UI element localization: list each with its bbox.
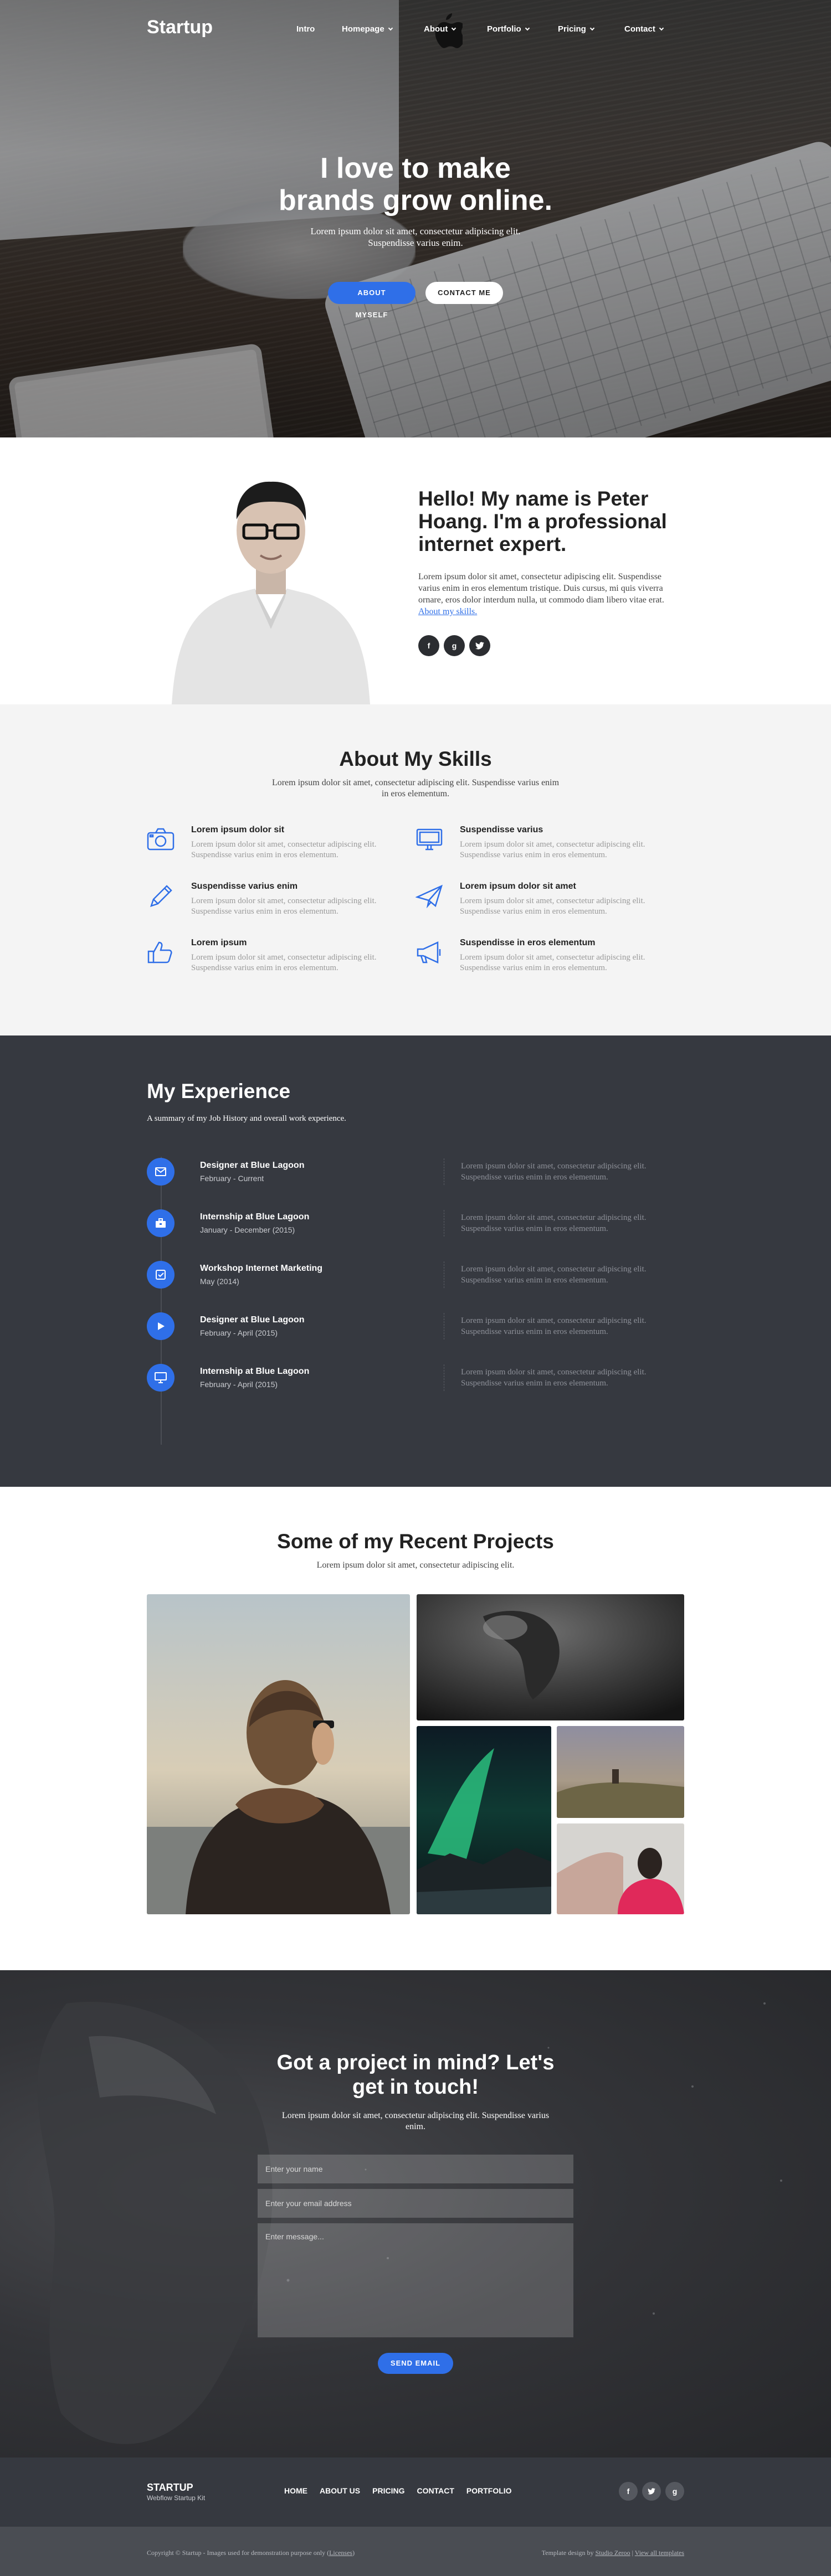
timeline-item: Internship at Blue Lagoon February - Apri… xyxy=(147,1352,684,1403)
experience-subtitle: A summary of my Job History and overall … xyxy=(147,1114,346,1123)
hero-title: I love to make brands grow online. xyxy=(278,152,553,217)
projects-title: Some of my Recent Projects xyxy=(277,1530,554,1553)
about-myself-button[interactable]: ABOUT MYSELF xyxy=(328,282,416,319)
contact-subtitle: Lorem ipsum dolor sit amet, consectetur … xyxy=(281,2111,550,2131)
footer-link-contact[interactable]: CONTACT xyxy=(417,2486,454,2495)
pencil-icon xyxy=(147,882,191,925)
footer-tagline: Webflow Startup Kit xyxy=(147,2494,206,2502)
name-field[interactable]: Enter your name xyxy=(258,2155,573,2183)
google-plus-icon[interactable]: g xyxy=(444,635,465,656)
about-body: Lorem ipsum dolor sit amet, consectetur … xyxy=(418,572,664,616)
facebook-icon[interactable]: f xyxy=(619,2482,638,2501)
footer-link-portfolio[interactable]: PORTFOLIO xyxy=(466,2486,512,2495)
camera-icon xyxy=(147,825,191,868)
experience-title: My Experience xyxy=(147,1080,291,1102)
skill-item: Suspendisse varius Lorem ipsum dolor sit … xyxy=(416,825,684,868)
projects-subtitle: Lorem ipsum dolor sit amet, consectetur … xyxy=(316,1560,515,1570)
skills-grid: Lorem ipsum dolor sit Lorem ipsum dolor s… xyxy=(147,825,684,981)
monitor-icon xyxy=(147,1363,175,1392)
chevron-down-icon xyxy=(388,25,393,30)
chevron-down-icon xyxy=(525,25,530,30)
megaphone-icon xyxy=(416,938,460,981)
google-plus-icon[interactable]: g xyxy=(665,2482,684,2501)
portrait-photo xyxy=(161,453,381,704)
timeline-item: Designer at Blue Lagoon February - Curren… xyxy=(147,1146,684,1197)
skill-item: Lorem ipsum dolor sit Lorem ipsum dolor s… xyxy=(147,825,416,868)
skill-item: Lorem ipsum Lorem ipsum dolor sit amet, c… xyxy=(147,938,416,981)
footer-link-about-us[interactable]: ABOUT US xyxy=(320,2486,360,2495)
hero-subtitle: Lorem ipsum dolor sit amet, consectetur … xyxy=(310,226,521,248)
message-field[interactable]: Enter message... xyxy=(258,2223,573,2337)
about-title: Hello! My name is Peter Hoang. I'm a pro… xyxy=(418,487,667,555)
envelope-icon xyxy=(147,1157,175,1186)
experience-section: My Experience A summary of my Job Histor… xyxy=(0,1035,831,1487)
thumbs-up-icon xyxy=(147,938,191,981)
project-photo-mountain-hiker[interactable] xyxy=(557,1726,684,1818)
about-my-skills-link[interactable]: About my skills. xyxy=(418,607,477,616)
checkbox-icon xyxy=(147,1260,175,1289)
footer-logo[interactable]: STARTUP xyxy=(147,2482,193,2493)
skills-section: About My Skills Lorem ipsum dolor sit am… xyxy=(0,704,831,1035)
timeline-item: Workshop Internet Marketing May (2014) Lo… xyxy=(147,1249,684,1300)
project-photo-underwater[interactable] xyxy=(417,1594,684,1720)
monitor-icon xyxy=(416,825,460,868)
menu-item-intro[interactable]: Intro xyxy=(296,24,315,34)
email-field[interactable]: Enter your email address xyxy=(258,2189,573,2218)
twitter-icon[interactable] xyxy=(642,2482,661,2501)
skill-item: Suspendisse varius enim Lorem ipsum dolor… xyxy=(147,882,416,925)
contact-form: Enter your name Enter your email address… xyxy=(258,2155,573,2374)
menu-item-homepage[interactable]: Homepage xyxy=(342,24,393,34)
footer-nav: HOME ABOUT US PRICING CONTACT PORTFOLIO xyxy=(284,2486,512,2495)
paper-plane-icon xyxy=(415,882,460,925)
skill-item: Lorem ipsum dolor sit amet Lorem ipsum do… xyxy=(415,882,684,925)
contact-content: Got a project in mind? Let's get in touc… xyxy=(0,2051,831,2374)
template-credit: Template design by Studio Zeroo | View a… xyxy=(541,2549,684,2557)
hero-section: Startup Intro Homepage About Portfolio P… xyxy=(0,0,831,437)
licenses-link[interactable]: Licenses xyxy=(329,2549,352,2557)
project-photo-man-red-jacket[interactable] xyxy=(557,1823,684,1914)
briefcase-icon xyxy=(147,1209,175,1237)
contact-me-button[interactable]: CONTACT ME xyxy=(425,282,503,304)
footer-link-home[interactable]: HOME xyxy=(284,2486,307,2495)
twitter-icon[interactable] xyxy=(469,635,490,656)
contact-section: Got a project in mind? Let's get in touc… xyxy=(0,1970,831,2457)
chevron-down-icon xyxy=(659,25,664,30)
footer: STARTUP Webflow Startup Kit HOME ABOUT U… xyxy=(0,2457,831,2527)
timeline-item: Designer at Blue Lagoon February - April … xyxy=(147,1300,684,1352)
experience-timeline: Designer at Blue Lagoon February - Curren… xyxy=(147,1146,684,1445)
copyright-text: Copyright © Startup - Images used for de… xyxy=(147,2549,355,2557)
project-photo-woman-scarf[interactable] xyxy=(147,1594,410,1914)
skills-subtitle: Lorem ipsum dolor sit amet, consectetur … xyxy=(271,778,560,798)
skills-title: About My Skills xyxy=(339,748,492,770)
about-section: Hello! My name is Peter Hoang. I'm a pro… xyxy=(0,437,831,704)
contact-title: Got a project in mind? Let's get in touc… xyxy=(276,2051,555,2099)
about-social-links: f g xyxy=(418,635,684,656)
sub-footer: Copyright © Startup - Images used for de… xyxy=(0,2527,831,2576)
play-icon xyxy=(147,1312,175,1340)
skill-item: Suspendisse in eros elementum Lorem ipsum… xyxy=(416,938,684,981)
projects-section: Some of my Recent Projects Lorem ipsum d… xyxy=(0,1487,831,1970)
hero-content: I love to make brands grow online. Lorem … xyxy=(0,152,831,319)
menu-item-pricing[interactable]: Pricing xyxy=(558,24,595,34)
chevron-down-icon xyxy=(452,25,456,30)
send-email-button[interactable]: SEND EMAIL xyxy=(378,2353,453,2374)
site-logo[interactable]: Startup xyxy=(147,17,213,38)
menu-item-about[interactable]: About xyxy=(424,24,456,34)
footer-social-links: f g xyxy=(619,2482,684,2501)
view-all-templates-link[interactable]: View all templates xyxy=(635,2549,684,2557)
timeline-item: Internship at Blue Lagoon January - Decem… xyxy=(147,1197,684,1249)
menu-item-contact[interactable]: Contact xyxy=(624,24,664,34)
facebook-icon[interactable]: f xyxy=(418,635,439,656)
projects-gallery xyxy=(147,1594,684,1915)
top-navigation: Startup Intro Homepage About Portfolio P… xyxy=(147,0,684,55)
project-photo-aurora[interactable] xyxy=(417,1726,551,1914)
footer-link-pricing[interactable]: PRICING xyxy=(372,2486,404,2495)
chevron-down-icon xyxy=(589,25,595,30)
menu-item-portfolio[interactable]: Portfolio xyxy=(487,24,530,34)
studio-zeroo-link[interactable]: Studio Zeroo xyxy=(596,2549,630,2557)
about-intro: Hello! My name is Peter Hoang. I'm a pro… xyxy=(418,487,684,656)
